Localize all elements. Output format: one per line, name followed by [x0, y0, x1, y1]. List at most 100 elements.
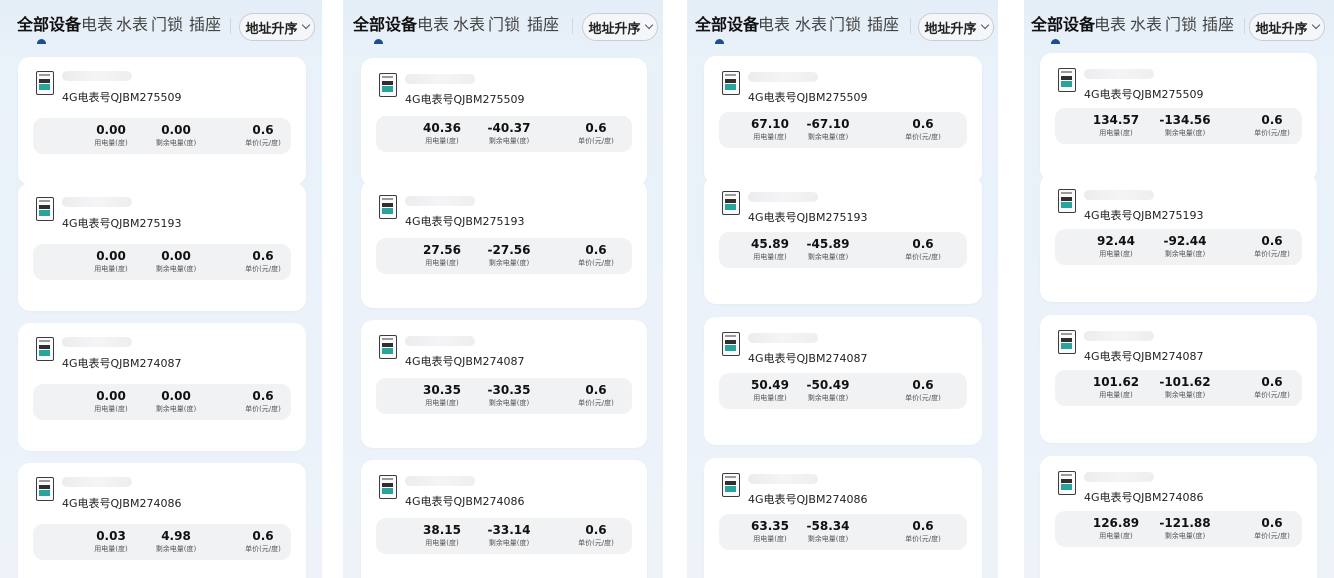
price-stat-value: 0.6 — [252, 529, 274, 543]
device-card[interactable]: 4G电表号QJBM274086 63.35 用电量(度) -58.34 剩余电量(度) 0… — [704, 458, 982, 578]
remaining-stat-value: -58.34 — [806, 519, 850, 533]
blurred-device-name — [62, 197, 132, 207]
tab-3[interactable]: 门锁 — [1165, 14, 1197, 36]
blurred-device-name — [405, 196, 475, 206]
tab-2[interactable]: 水表 — [795, 14, 827, 36]
price-stat-label: 单价(元/度) — [905, 394, 941, 402]
chevron-down-icon — [1311, 20, 1320, 30]
price-stat: 0.6 单价(元/度) — [878, 237, 968, 262]
price-stat-label: 单价(元/度) — [578, 259, 614, 267]
remaining-stat: 0.00 剩余电量(度) — [131, 249, 221, 274]
sort-dropdown-button[interactable]: 地址升序 — [918, 13, 994, 41]
price-stat-label: 单价(元/度) — [1254, 532, 1290, 540]
tab-2[interactable]: 水表 — [453, 14, 485, 36]
remaining-stat-label: 剩余电量(度) — [807, 253, 849, 261]
device-card[interactable]: 4G电表号QJBM274087 101.62 用电量(度) -101.62 剩余电量(度… — [1040, 315, 1317, 443]
active-tab-indicator — [374, 39, 383, 44]
price-stat-value: 0.6 — [252, 123, 274, 137]
tab-0[interactable]: 全部设备 — [17, 14, 81, 36]
device-filter-tabs: 全部设备 电表 水表 门锁 插座 地址升序 — [0, 0, 322, 48]
device-card[interactable]: 4G电表号QJBM274086 0.03 用电量(度) 4.98 剩余电量(度) 0.6 单… — [18, 463, 306, 578]
device-card[interactable]: 4G电表号QJBM274086 126.89 用电量(度) -121.88 剩余电量(度… — [1040, 456, 1317, 578]
remaining-stat-value: 0.00 — [161, 249, 191, 263]
device-number: 4G电表号QJBM274086 — [1084, 491, 1204, 504]
price-stat-value: 0.6 — [585, 383, 607, 397]
device-card[interactable]: 4G电表号QJBM274087 30.35 用电量(度) -30.35 剩余电量(度) 0… — [361, 320, 647, 448]
tab-2[interactable]: 水表 — [1130, 14, 1162, 36]
remaining-stat-value: -45.89 — [806, 237, 850, 251]
device-card[interactable]: 4G电表号QJBM275509 0.00 用电量(度) 0.00 剩余电量(度) 0.6 单… — [18, 57, 306, 185]
device-number: 4G电表号QJBM274086 — [748, 493, 868, 506]
price-stat: 0.6 单价(元/度) — [551, 121, 641, 146]
remaining-stat-value: -92.44 — [1163, 234, 1207, 248]
price-stat: 0.6 单价(元/度) — [1227, 375, 1317, 400]
device-card[interactable]: 4G电表号QJBM275509 67.10 用电量(度) -67.10 剩余电量(度) 0… — [704, 56, 982, 184]
price-stat-value: 0.6 — [252, 249, 274, 263]
blurred-device-name — [62, 337, 132, 347]
price-stat-value: 0.6 — [912, 519, 934, 533]
device-card[interactable]: 4G电表号QJBM275193 45.89 用电量(度) -45.89 剩余电量(度) 0… — [704, 176, 982, 304]
usage-stats-row: 0.03 用电量(度) 4.98 剩余电量(度) 0.6 单价(元/度) — [33, 524, 291, 560]
remaining-stat-value: -27.56 — [487, 243, 531, 257]
device-number: 4G电表号QJBM274086 — [62, 497, 182, 510]
remaining-stat-value: -33.14 — [487, 523, 531, 537]
device-card[interactable]: 4G电表号QJBM275193 0.00 用电量(度) 0.00 剩余电量(度) 0.6 单… — [18, 183, 306, 311]
sort-dropdown-button[interactable]: 地址升序 — [239, 13, 315, 41]
electric-meter-icon — [722, 473, 740, 497]
price-stat: 0.6 单价(元/度) — [1227, 113, 1317, 138]
remaining-stat: -67.10 剩余电量(度) — [783, 117, 873, 142]
price-stat: 0.6 单价(元/度) — [218, 389, 308, 414]
usage-stats-row: 0.00 用电量(度) 0.00 剩余电量(度) 0.6 单价(元/度) — [33, 384, 291, 420]
remaining-stat-label: 剩余电量(度) — [488, 137, 530, 145]
blurred-device-name — [1084, 190, 1154, 200]
tab-4[interactable]: 插座 — [1202, 14, 1234, 36]
tab-4[interactable]: 插座 — [527, 14, 559, 36]
device-number: 4G电表号QJBM275509 — [62, 91, 182, 104]
tab-0[interactable]: 全部设备 — [695, 14, 759, 36]
blurred-device-name — [62, 71, 132, 81]
device-card[interactable]: 4G电表号QJBM275509 134.57 用电量(度) -134.56 剩余电量(度… — [1040, 53, 1317, 181]
tab-3[interactable]: 门锁 — [829, 14, 861, 36]
device-card[interactable]: 4G电表号QJBM274087 50.49 用电量(度) -50.49 剩余电量(度) 0… — [704, 317, 982, 445]
usage-stats-row: 45.89 用电量(度) -45.89 剩余电量(度) 0.6 单价(元/度) — [719, 232, 967, 268]
tab-4[interactable]: 插座 — [867, 14, 899, 36]
device-card[interactable]: 4G电表号QJBM274087 0.00 用电量(度) 0.00 剩余电量(度) 0.6 单… — [18, 323, 306, 451]
usage-stats-row: 126.89 用电量(度) -121.88 剩余电量(度) 0.6 单价(元/度) — [1055, 511, 1302, 547]
tab-1[interactable]: 电表 — [417, 14, 449, 36]
usage-stats-row: 67.10 用电量(度) -67.10 剩余电量(度) 0.6 单价(元/度) — [719, 112, 967, 148]
tab-0[interactable]: 全部设备 — [353, 14, 417, 36]
sort-label: 地址升序 — [1255, 21, 1308, 37]
remaining-stat-value: -30.35 — [487, 383, 531, 397]
blurred-device-name — [405, 74, 475, 84]
active-tab-indicator — [715, 39, 724, 44]
sort-dropdown-button[interactable]: 地址升序 — [1249, 13, 1325, 41]
device-card[interactable]: 4G电表号QJBM275193 27.56 用电量(度) -27.56 剩余电量(度) 0… — [361, 180, 647, 308]
electric-meter-icon — [722, 71, 740, 95]
blurred-device-name — [405, 476, 475, 486]
tab-2[interactable]: 水表 — [116, 14, 148, 36]
price-stat: 0.6 单价(元/度) — [551, 243, 641, 268]
remaining-stat-value: -134.56 — [1159, 113, 1211, 127]
sort-dropdown-button[interactable]: 地址升序 — [582, 13, 658, 41]
tab-0[interactable]: 全部设备 — [1031, 14, 1095, 36]
device-number: 4G电表号QJBM274086 — [405, 495, 525, 508]
price-stat-value: 0.6 — [1261, 234, 1283, 248]
device-card[interactable]: 4G电表号QJBM275509 40.36 用电量(度) -40.37 剩余电量(度) 0… — [361, 58, 647, 186]
tab-3[interactable]: 门锁 — [488, 14, 520, 36]
device-card[interactable]: 4G电表号QJBM274086 38.15 用电量(度) -33.14 剩余电量(度) 0… — [361, 460, 647, 578]
device-card[interactable]: 4G电表号QJBM275193 92.44 用电量(度) -92.44 剩余电量(度) 0… — [1040, 174, 1317, 302]
phone-screen: 全部设备 电表 水表 门锁 插座 地址升序 4G电表号QJBM275509 0.00 用电量(度… — [0, 0, 322, 578]
price-stat-label: 单价(元/度) — [1254, 250, 1290, 258]
device-number: 4G电表号QJBM274087 — [405, 355, 525, 368]
electric-meter-icon — [36, 197, 54, 221]
tab-1[interactable]: 电表 — [81, 14, 113, 36]
tab-3[interactable]: 门锁 — [151, 14, 183, 36]
usage-stats-row: 38.15 用电量(度) -33.14 剩余电量(度) 0.6 单价(元/度) — [376, 518, 632, 554]
electric-meter-icon — [36, 477, 54, 501]
tab-1[interactable]: 电表 — [1094, 14, 1126, 36]
remaining-stat-label: 剩余电量(度) — [488, 539, 530, 547]
tab-4[interactable]: 插座 — [189, 14, 221, 36]
tab-1[interactable]: 电表 — [758, 14, 790, 36]
remaining-stat: -134.56 剩余电量(度) — [1140, 113, 1230, 138]
remaining-stat: -40.37 剩余电量(度) — [464, 121, 554, 146]
